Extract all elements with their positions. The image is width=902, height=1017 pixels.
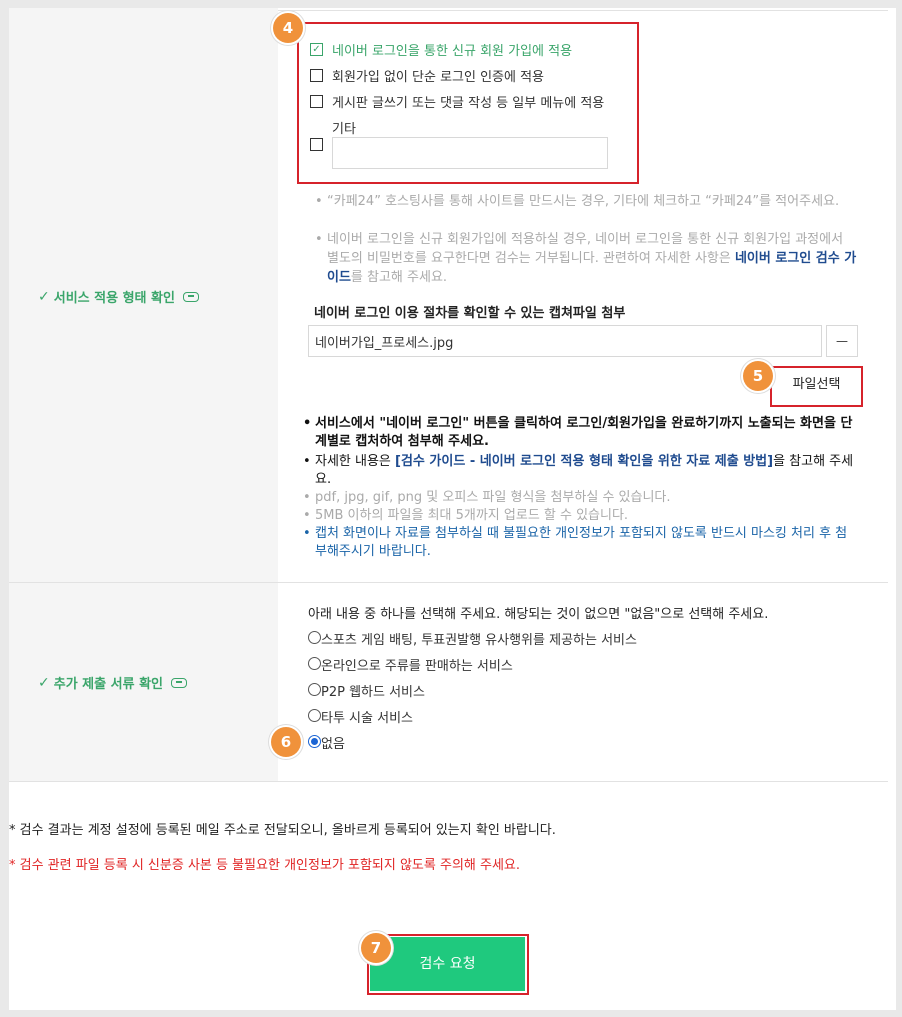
- radio-sports-betting[interactable]: [308, 631, 321, 644]
- remove-file-button[interactable]: —: [826, 325, 858, 357]
- extra-docs-label: ✓ 추가 제출 서류 확인: [38, 673, 187, 692]
- radio-none-label: 없음: [321, 737, 345, 752]
- radio-tattoo[interactable]: [308, 709, 321, 722]
- extra-instruction: 아래 내용 중 하나를 선택해 주세요. 해당되는 것이 없으면 "없음"으로 …: [308, 607, 769, 622]
- step-badge-7: 7: [361, 933, 391, 963]
- radio-none[interactable]: [308, 735, 321, 748]
- check-icon: ✓: [38, 674, 50, 691]
- step-badge-4: 4: [273, 13, 303, 43]
- radio-liquor[interactable]: [308, 657, 321, 670]
- checkbox-simple-login[interactable]: [310, 69, 323, 82]
- radio-p2p-label: P2P 웹하드 서비스: [321, 685, 425, 700]
- checkbox-partial-menu[interactable]: [310, 95, 323, 108]
- step-badge-6: 6: [271, 727, 301, 757]
- link-icon[interactable]: [171, 677, 187, 688]
- radio-p2p[interactable]: [308, 683, 321, 696]
- checkbox-new-signup[interactable]: ✓: [310, 43, 323, 56]
- file-name-field[interactable]: 네이버가입_프로세스.jpg: [308, 325, 822, 357]
- option-partial-menu-label: 게시판 글쓰기 또는 댓글 작성 등 일부 메뉴에 적용: [332, 96, 605, 111]
- help-password: • 네이버 로그인을 신규 회원가입에 적용하실 경우, 네이버 로그인을 통한 …: [315, 232, 857, 285]
- review-guide-link[interactable]: [검수 가이드 - 네이버 로그인 적용 형태 확인을 위한 자료 제출 방법]: [395, 454, 773, 469]
- file-select-button[interactable]: 파일선택: [772, 368, 861, 401]
- section-divider: [9, 582, 888, 583]
- note-email: * 검수 결과는 계정 설정에 등록된 메일 주소로 전달되오니, 올바르게 등…: [9, 823, 556, 838]
- step-badge-5: 5: [743, 361, 773, 391]
- divider: [278, 10, 888, 11]
- option-new-signup-label: 네이버 로그인을 통한 신규 회원 가입에 적용: [332, 44, 573, 59]
- option-simple-login-label: 회원가입 없이 단순 로그인 인증에 적용: [332, 70, 545, 85]
- help-cafe24: • “카페24” 호스팅사를 통해 사이트를 만드시는 경우, 기타에 체크하고 …: [315, 194, 840, 209]
- section-divider: [9, 781, 888, 782]
- note-privacy: * 검수 관련 파일 등록 시 신분증 사본 등 불필요한 개인정보가 포함되지…: [9, 858, 521, 873]
- attach-title: 네이버 로그인 이용 절차를 확인할 수 있는 캡쳐파일 첨부: [314, 306, 626, 321]
- submit-review-button[interactable]: 검수 요청: [370, 937, 525, 991]
- radio-tattoo-label: 타투 시술 서비스: [321, 711, 413, 726]
- service-type-label: ✓ 서비스 적용 형태 확인: [38, 287, 199, 306]
- radio-liquor-label: 온라인으로 주류를 판매하는 서비스: [321, 659, 513, 674]
- option-etc-label: 기타: [332, 122, 356, 137]
- check-icon: ✓: [38, 288, 50, 305]
- link-icon[interactable]: [182, 291, 199, 302]
- etc-text-input[interactable]: [332, 137, 608, 169]
- radio-sports-betting-label: 스포츠 게임 배팅, 투표권발행 유사행위를 제공하는 서비스: [321, 633, 637, 648]
- checkbox-etc[interactable]: [310, 138, 323, 151]
- label-column: [9, 8, 278, 781]
